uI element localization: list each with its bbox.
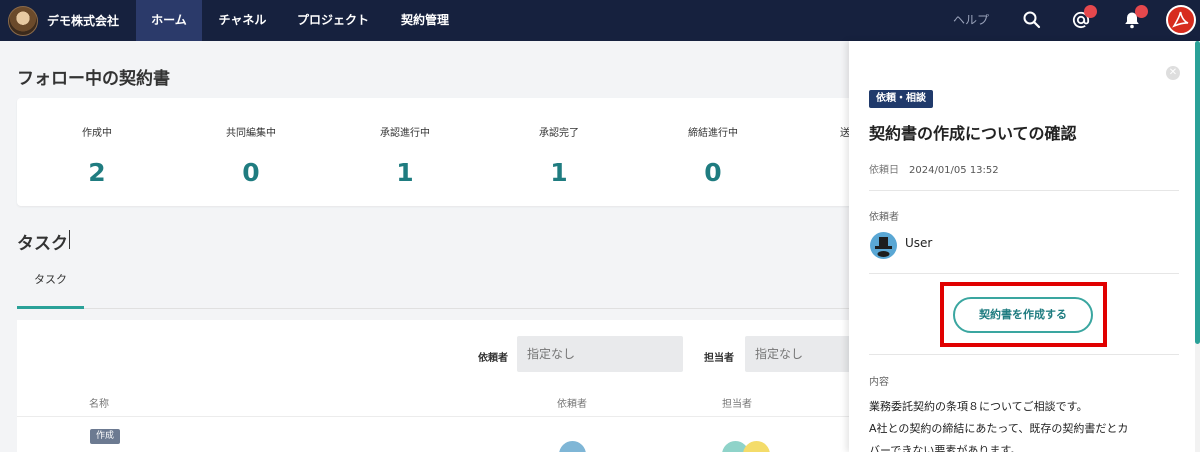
nav-project[interactable]: プロジェクト bbox=[283, 0, 383, 41]
task-type-tag: 作成 bbox=[90, 429, 121, 444]
requester-name: User bbox=[905, 236, 933, 250]
stat-value: 1 bbox=[396, 158, 414, 187]
panel-divider bbox=[869, 354, 1179, 355]
request-date-value: 2024/01/05 13:52 bbox=[909, 165, 999, 176]
search-icon[interactable] bbox=[1022, 10, 1042, 30]
company-switcher[interactable]: デモ株式会社 bbox=[8, 5, 119, 36]
nav-contract-management[interactable]: 契約管理 bbox=[383, 0, 467, 41]
request-detail-panel: ✕ 依頼・相談 契約書の作成についての確認 依頼日 2024/01/05 13:5… bbox=[849, 41, 1200, 452]
top-hat-icon bbox=[875, 237, 892, 257]
nav-home[interactable]: ホーム bbox=[136, 0, 202, 41]
stat-value: 0 bbox=[704, 158, 722, 187]
pdf-icon bbox=[1172, 11, 1189, 28]
request-type-tag: 依頼・相談 bbox=[869, 90, 933, 108]
request-date-label: 依頼日 bbox=[869, 165, 899, 176]
assignee-filter-label: 担当者 bbox=[704, 353, 734, 364]
column-header-requester[interactable]: 依頼者 bbox=[557, 395, 587, 410]
panel-divider bbox=[869, 190, 1179, 191]
request-title: 契約書の作成についての確認 bbox=[869, 124, 1077, 143]
help-link[interactable]: ヘルプ bbox=[953, 0, 989, 41]
top-nav-bar: デモ株式会社 ホーム チャネル プロジェクト 契約管理 ヘルプ bbox=[0, 0, 1200, 41]
close-icon[interactable]: ✕ bbox=[1166, 66, 1180, 80]
table-header-divider bbox=[17, 416, 867, 417]
stat-label: 締結進行中 bbox=[688, 128, 738, 139]
contract-status-summary: 作成中 2 共同編集中 0 承認進行中 1 承認完了 1 締結進行中 0 送 bbox=[17, 98, 867, 206]
requester-filter-input[interactable] bbox=[517, 336, 683, 372]
stat-label: 共同編集中 bbox=[226, 128, 276, 139]
content-label: 内容 bbox=[869, 377, 889, 388]
text-cursor bbox=[69, 230, 70, 249]
stat-label: 承認進行中 bbox=[380, 128, 430, 139]
stat-value: 1 bbox=[550, 158, 568, 187]
nav-channel[interactable]: チャネル bbox=[202, 0, 283, 41]
tab-divider bbox=[84, 308, 864, 309]
following-section-title: フォロー中の契約書 bbox=[17, 69, 170, 89]
request-date: 依頼日 2024/01/05 13:52 bbox=[869, 161, 999, 176]
requester-label: 依頼者 bbox=[869, 212, 899, 223]
column-header-name[interactable]: 名称 bbox=[89, 395, 109, 410]
company-logo bbox=[8, 5, 38, 36]
tasks-section-title: タスク bbox=[17, 234, 68, 254]
stat-value: 2 bbox=[88, 158, 106, 187]
company-name: デモ株式会社 bbox=[47, 14, 120, 28]
requester-filter-label: 依頼者 bbox=[478, 353, 508, 364]
mention-badge bbox=[1084, 5, 1097, 18]
notification-badge bbox=[1135, 5, 1148, 18]
content-line: A社との契約の締結にあたって、既存の契約書だとカ bbox=[869, 422, 1129, 435]
requester-avatar bbox=[870, 232, 897, 259]
user-avatar[interactable] bbox=[1166, 5, 1196, 35]
panel-divider bbox=[869, 273, 1179, 274]
panel-scrollbar-thumb[interactable] bbox=[1195, 41, 1200, 344]
stat-label: 承認完了 bbox=[539, 128, 579, 139]
stat-value: 0 bbox=[242, 158, 260, 187]
column-header-assignee[interactable]: 担当者 bbox=[722, 395, 752, 410]
content-line: バーできない要素があります。 bbox=[869, 444, 1022, 452]
create-contract-button[interactable]: 契約書を作成する bbox=[953, 297, 1093, 333]
task-table: 依頼者 担当者 名称 依頼者 担当者 bbox=[17, 320, 870, 452]
content-line: 業務委託契約の条項８についてご相談です。 bbox=[869, 400, 1088, 413]
stat-label: 作成中 bbox=[82, 128, 112, 139]
tab-tasks[interactable]: タスク bbox=[17, 262, 84, 309]
